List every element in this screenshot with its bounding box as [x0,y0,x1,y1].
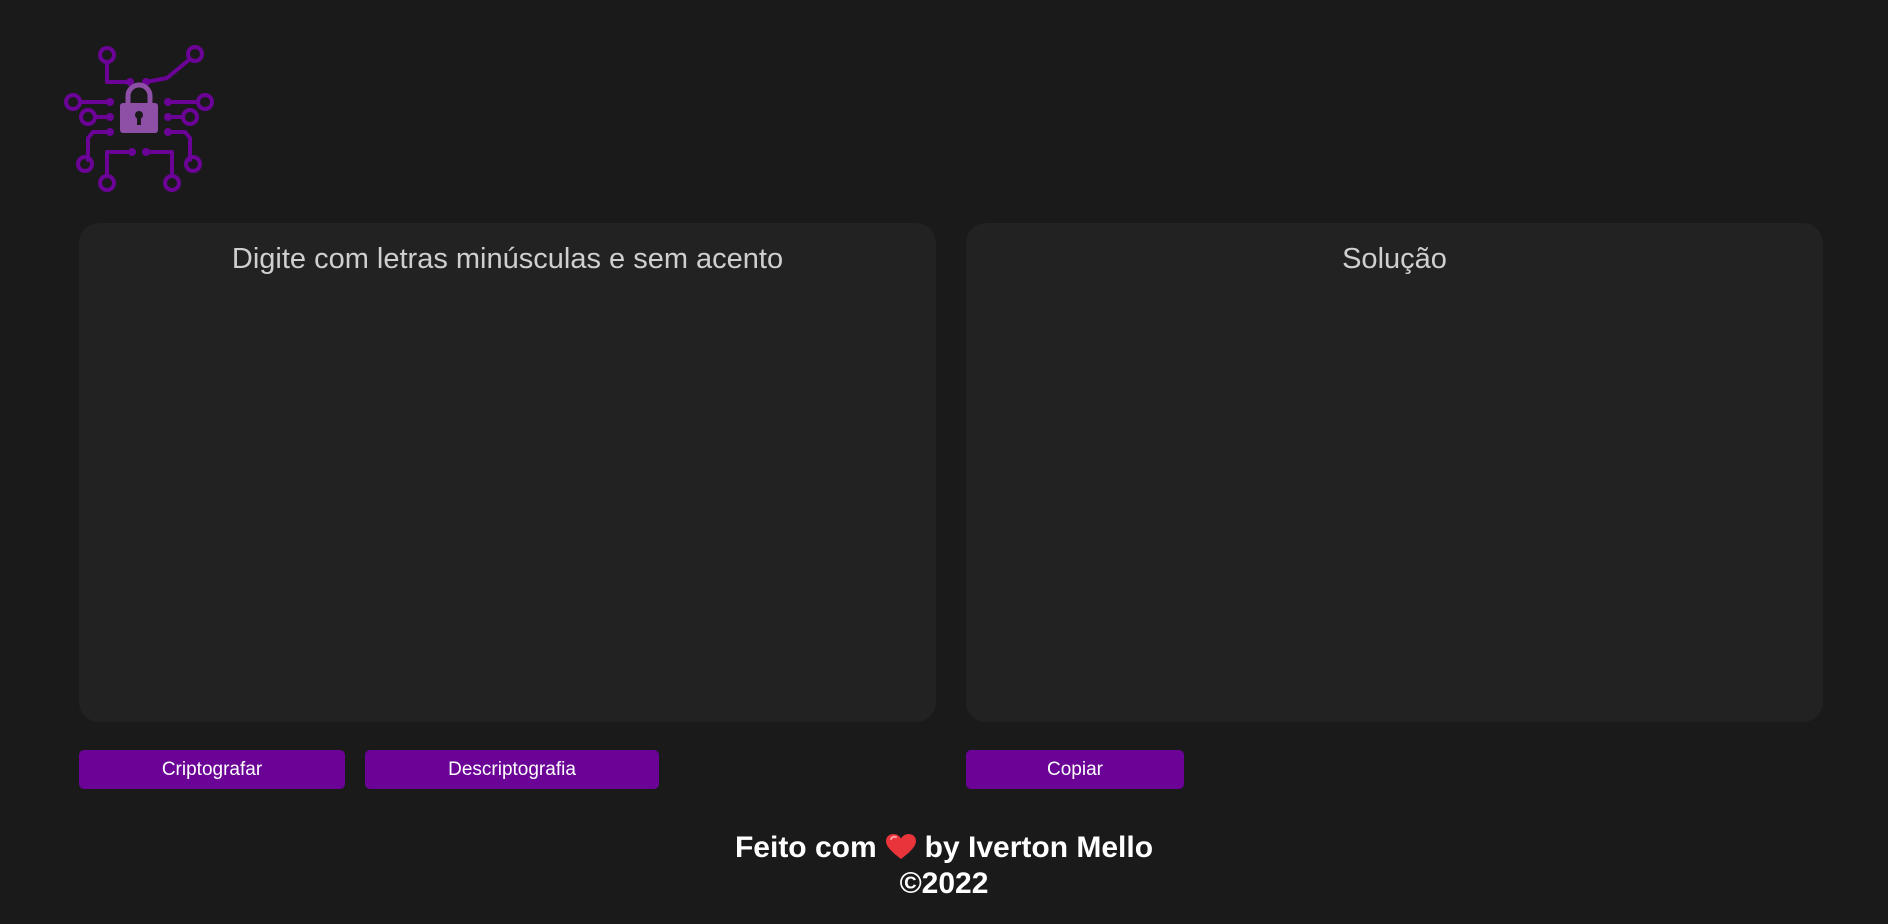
footer: Feito com by Iverton Mello ©2022 [0,830,1888,902]
encrypt-button[interactable]: Criptografar [79,750,345,789]
input-panel [79,223,936,722]
footer-suffix: by Iverton Mello [924,831,1154,864]
heart-icon [885,834,916,859]
footer-prefix: Feito com [734,831,877,864]
output-title: Solução [1342,243,1447,275]
footer-copyright: ©2022 [899,867,989,900]
footer-credit-line: Feito com by Iverton Mello [0,830,1888,866]
message-input[interactable] [79,223,936,722]
page: Solução Criptografar Descriptografia Cop… [0,0,1888,924]
circuit-lock-icon [64,45,214,192]
copy-button[interactable]: Copiar [966,750,1184,789]
decrypt-button[interactable]: Descriptografia [365,750,659,789]
output-panel: Solução [966,223,1823,722]
